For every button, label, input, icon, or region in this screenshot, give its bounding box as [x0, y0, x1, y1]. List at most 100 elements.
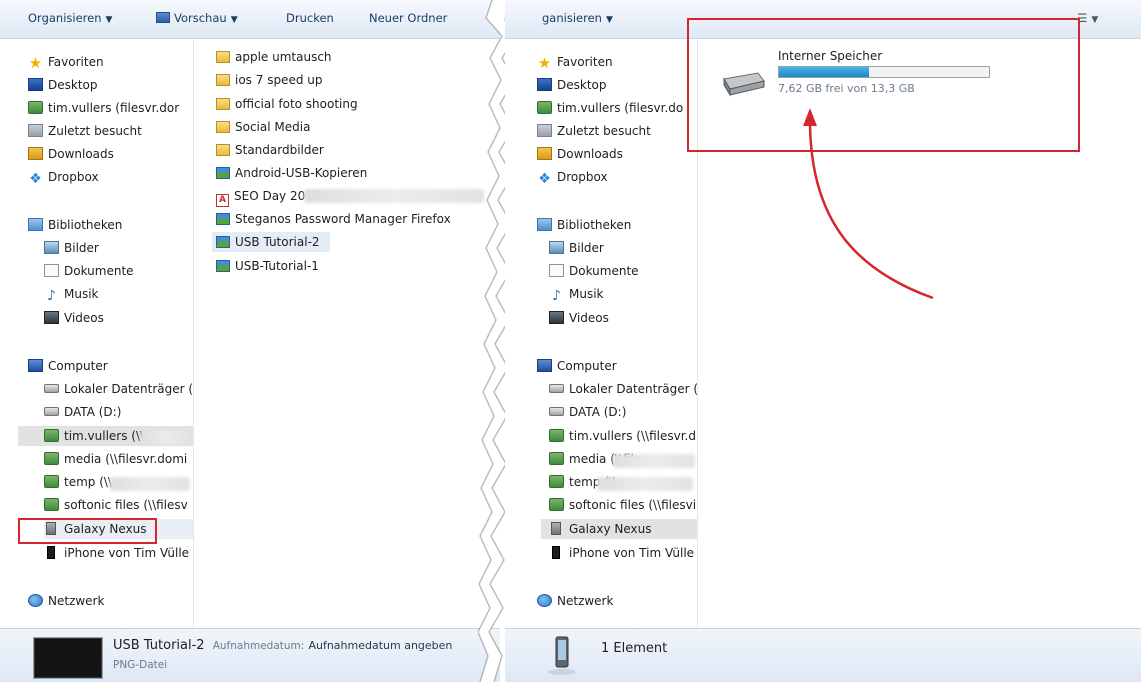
- image-file-icon: [216, 260, 230, 272]
- annotation-arrow: [803, 108, 934, 300]
- recent-icon: [28, 124, 43, 137]
- folder-icon: [216, 144, 230, 156]
- network-drive-icon: [537, 101, 552, 114]
- chevron-down-icon: ▼: [605, 15, 613, 25]
- list-item[interactable]: Social Media: [216, 117, 310, 137]
- list-item[interactable]: Android-USB-Kopieren: [216, 163, 367, 183]
- network-drive-icon: [28, 101, 43, 114]
- list-item[interactable]: official foto shooting: [216, 94, 358, 114]
- right-status-bar: 1 Element: [505, 628, 1141, 682]
- meta-value[interactable]: Aufnahmedatum angeben: [308, 639, 452, 652]
- right-navigation-pane: ★ Favoriten Desktop tim.vullers (filesvr.…: [505, 39, 698, 628]
- image-file-icon: [216, 167, 230, 179]
- left-explorer-window: Organisieren ▼ Vorschau ▼ Drucken Neuer Or…: [0, 0, 500, 682]
- nav-downloads[interactable]: Downloads: [28, 144, 114, 164]
- nav-music[interactable]: ♪ Musik: [549, 284, 603, 304]
- music-icon: ♪: [47, 288, 56, 304]
- list-item[interactable]: apple umtausch: [216, 47, 332, 67]
- list-item[interactable]: Steganos Password Manager Firefox: [216, 209, 451, 229]
- nav-local-disk[interactable]: Lokaler Datenträger (: [44, 379, 193, 399]
- chevron-down-icon: ▼: [230, 15, 238, 25]
- list-item-selected[interactable]: USB Tutorial-2: [212, 232, 330, 252]
- redaction-blur: [613, 454, 695, 468]
- nav-dropbox[interactable]: ❖ Dropbox: [28, 167, 98, 187]
- preview-button[interactable]: Vorschau ▼: [156, 11, 238, 25]
- nav-computer[interactable]: Computer: [537, 356, 617, 376]
- preview-icon: [156, 12, 170, 23]
- image-file-icon: [216, 236, 230, 248]
- list-item[interactable]: ios 7 speed up: [216, 70, 322, 90]
- network-icon: [28, 594, 43, 607]
- nav-pictures[interactable]: Bilder: [549, 238, 604, 258]
- nav-dropbox[interactable]: ❖ Dropbox: [537, 167, 607, 187]
- nav-favorites[interactable]: ★ Favoriten: [28, 52, 104, 72]
- folder-icon: [216, 51, 230, 63]
- nav-libraries[interactable]: Bibliotheken: [537, 215, 631, 235]
- folder-icon: [216, 121, 230, 133]
- nav-iphone[interactable]: iPhone von Tim Vülle: [44, 543, 193, 563]
- list-item[interactable]: USB-Tutorial-1: [216, 256, 319, 276]
- nav-share-softonic[interactable]: softonic files (\\filesv: [44, 495, 193, 515]
- redaction-blur: [597, 477, 693, 491]
- network-drive-icon: [44, 475, 59, 488]
- chevron-down-icon: ▼: [1091, 15, 1099, 25]
- library-icon: [537, 218, 552, 231]
- star-icon: ★: [537, 54, 552, 72]
- dropbox-icon: ❖: [538, 171, 551, 187]
- nav-videos[interactable]: Videos: [549, 308, 609, 328]
- nav-data-drive[interactable]: DATA (D:): [44, 402, 121, 422]
- documents-icon: [549, 264, 564, 277]
- dropbox-icon: ❖: [29, 171, 42, 187]
- nav-downloads[interactable]: Downloads: [537, 144, 623, 164]
- nav-documents[interactable]: Dokumente: [549, 261, 639, 281]
- redaction-blur: [110, 477, 190, 491]
- thumbnail-image: [34, 638, 102, 678]
- nav-share-tim[interactable]: tim.vullers (\\filesvr.d: [549, 426, 697, 446]
- print-button[interactable]: Drucken: [286, 11, 334, 25]
- nav-iphone[interactable]: iPhone von Tim Vülle: [549, 543, 697, 563]
- nav-data-drive[interactable]: DATA (D:): [549, 402, 626, 422]
- view-options-button[interactable]: ☰ ▼: [1077, 11, 1098, 25]
- nav-documents[interactable]: Dokumente: [44, 261, 134, 281]
- nav-local-disk[interactable]: Lokaler Datenträger (l: [549, 379, 697, 399]
- hard-drive-icon: [549, 384, 564, 393]
- pdf-file-icon: A: [216, 194, 229, 207]
- item-count: 1 Element: [601, 641, 668, 656]
- new-folder-button[interactable]: Neuer Ordner: [369, 11, 447, 25]
- nav-share-softonic[interactable]: softonic files (\\filesvi: [549, 495, 697, 515]
- nav-favorites[interactable]: ★ Favoriten: [537, 52, 613, 72]
- nav-pictures[interactable]: Bilder: [44, 238, 99, 258]
- highlight-box-galaxy-nexus: [18, 518, 157, 544]
- videos-icon: [549, 311, 564, 324]
- nav-galaxy-nexus-selected[interactable]: Galaxy Nexus: [541, 519, 697, 539]
- network-drive-icon: [549, 475, 564, 488]
- network-drive-icon: [44, 498, 59, 511]
- nav-recent[interactable]: Zuletzt besucht: [537, 121, 651, 141]
- file-type: PNG-Datei: [113, 659, 168, 671]
- nav-share-media[interactable]: media (\\filesvr.domi: [44, 449, 193, 469]
- nav-desktop[interactable]: Desktop: [537, 75, 607, 95]
- organize-button[interactable]: Organisieren ▼: [28, 11, 112, 25]
- nav-share-temp[interactable]: temp (\\: [44, 472, 112, 492]
- nav-desktop[interactable]: Desktop: [28, 75, 98, 95]
- network-drive-icon: [549, 452, 564, 465]
- pictures-icon: [44, 241, 59, 254]
- nav-recent[interactable]: Zuletzt besucht: [28, 121, 142, 141]
- folder-icon: [216, 98, 230, 110]
- music-icon: ♪: [552, 288, 561, 304]
- nav-computer[interactable]: Computer: [28, 356, 108, 376]
- desktop-icon: [537, 78, 552, 91]
- iphone-icon: [552, 546, 560, 559]
- nav-network-share[interactable]: tim.vullers (filesvr.dor: [28, 98, 193, 118]
- nav-network[interactable]: Netzwerk: [28, 591, 104, 611]
- nav-network-share[interactable]: tim.vullers (filesvr.do: [537, 98, 697, 118]
- iphone-icon: [47, 546, 55, 559]
- nav-music[interactable]: ♪ Musik: [44, 284, 98, 304]
- list-item[interactable]: Standardbilder: [216, 140, 324, 160]
- redaction-blur: [140, 431, 190, 445]
- nav-libraries[interactable]: Bibliotheken: [28, 215, 122, 235]
- nav-network[interactable]: Netzwerk: [537, 591, 613, 611]
- nav-videos[interactable]: Videos: [44, 308, 104, 328]
- videos-icon: [44, 311, 59, 324]
- organize-button[interactable]: ganisieren ▼: [542, 11, 613, 25]
